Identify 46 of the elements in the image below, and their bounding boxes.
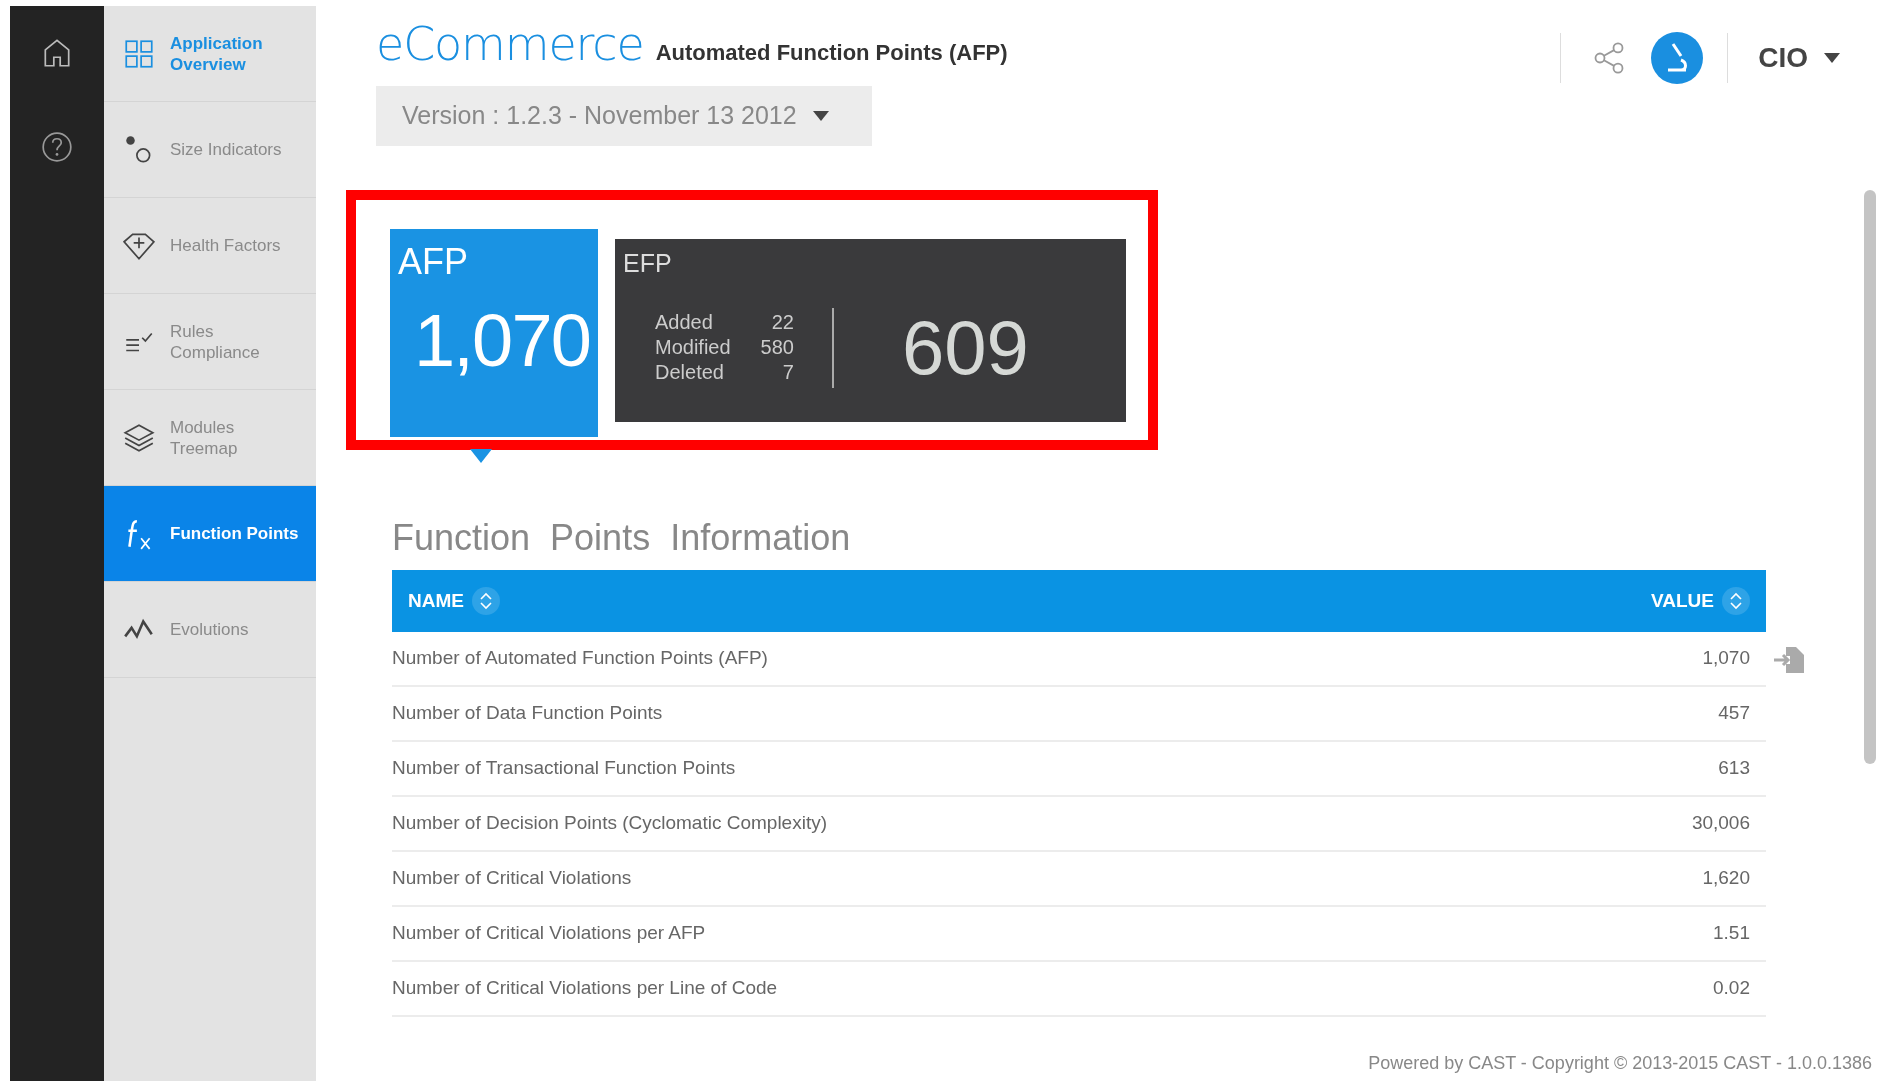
efp-tile[interactable]: EFP Added 22 Modified 580 Deleted 7 609	[615, 239, 1126, 422]
sidebar-item[interactable]: Function Points	[104, 486, 316, 582]
section-title: Function Points Information	[392, 516, 852, 560]
table-cell-text: 0.02	[1713, 976, 1750, 1001]
sort-icon[interactable]	[1722, 587, 1750, 615]
caret-icon	[1824, 53, 1840, 63]
version-dropdown[interactable]: Version : 1.2.3 - November 13 2012	[376, 86, 872, 146]
efp-detail-label: Modified	[655, 335, 731, 360]
efp-detail-value: 580	[760, 335, 794, 360]
caret-icon	[812, 111, 829, 121]
sidebar-item[interactable]: Evolutions	[104, 582, 316, 678]
efp-detail-value: 7	[781, 360, 794, 385]
column-heading[interactable]: VALUE	[1651, 586, 1714, 616]
export-icon[interactable]	[1772, 644, 1804, 675]
sidebar-item[interactable]: Size Indicators	[104, 102, 316, 198]
column-heading[interactable]: NAME	[408, 586, 464, 616]
tile-label: AFP	[398, 240, 469, 284]
tile-value: 1,070	[414, 301, 590, 381]
table-cell-text: Number of Data Function Points	[392, 701, 663, 726]
sidebar-item[interactable]: Application Overview	[104, 6, 316, 102]
table-cell-text: 1.51	[1713, 921, 1750, 946]
efp-detail-label: Added	[655, 310, 714, 335]
efp-detail-value: 22	[770, 310, 794, 335]
table-cell-text: 457	[1718, 701, 1750, 726]
table-cell-text: Number of Decision Points (Cyclomatic Complexity)	[392, 811, 827, 836]
table-cell-text: Number of Transactional Function Points	[392, 756, 736, 781]
tile-value: 609	[902, 303, 1029, 392]
pointer-icon	[470, 449, 492, 463]
footer-text: Powered by CAST - Copyright © 2013-2015 CAST - 1.0.0.1386	[1368, 1052, 1872, 1075]
efp-detail-label: Deleted	[655, 360, 725, 385]
table-cell-text: Number of Critical Violations	[392, 866, 632, 891]
sort-icon[interactable]	[471, 587, 500, 615]
user-menu[interactable]: CIO	[1758, 37, 1840, 79]
table-cell-text: 1,070	[1702, 646, 1750, 671]
table-cell-text: 1,620	[1702, 866, 1750, 891]
help-icon[interactable]	[40, 130, 74, 164]
table-cell-text: Number of Critical Violations per Line of Code	[392, 976, 778, 1001]
sidebar-item[interactable]: Health Factors	[104, 198, 316, 294]
table-cell-text: Number of Automated Function Points (AFP)	[392, 646, 768, 671]
table-cell-text: Number of Critical Violations per AFP	[392, 921, 706, 946]
table-cell-text: 613	[1718, 756, 1750, 781]
app-title: eCommerce	[376, 16, 644, 72]
page-subtitle: Automated Function Points (AFP)	[655, 39, 1008, 67]
sidebar-item[interactable]: Rules Compliance	[104, 294, 316, 390]
tile-label: EFP	[623, 248, 673, 279]
table-cell-text: 30,006	[1691, 811, 1750, 836]
